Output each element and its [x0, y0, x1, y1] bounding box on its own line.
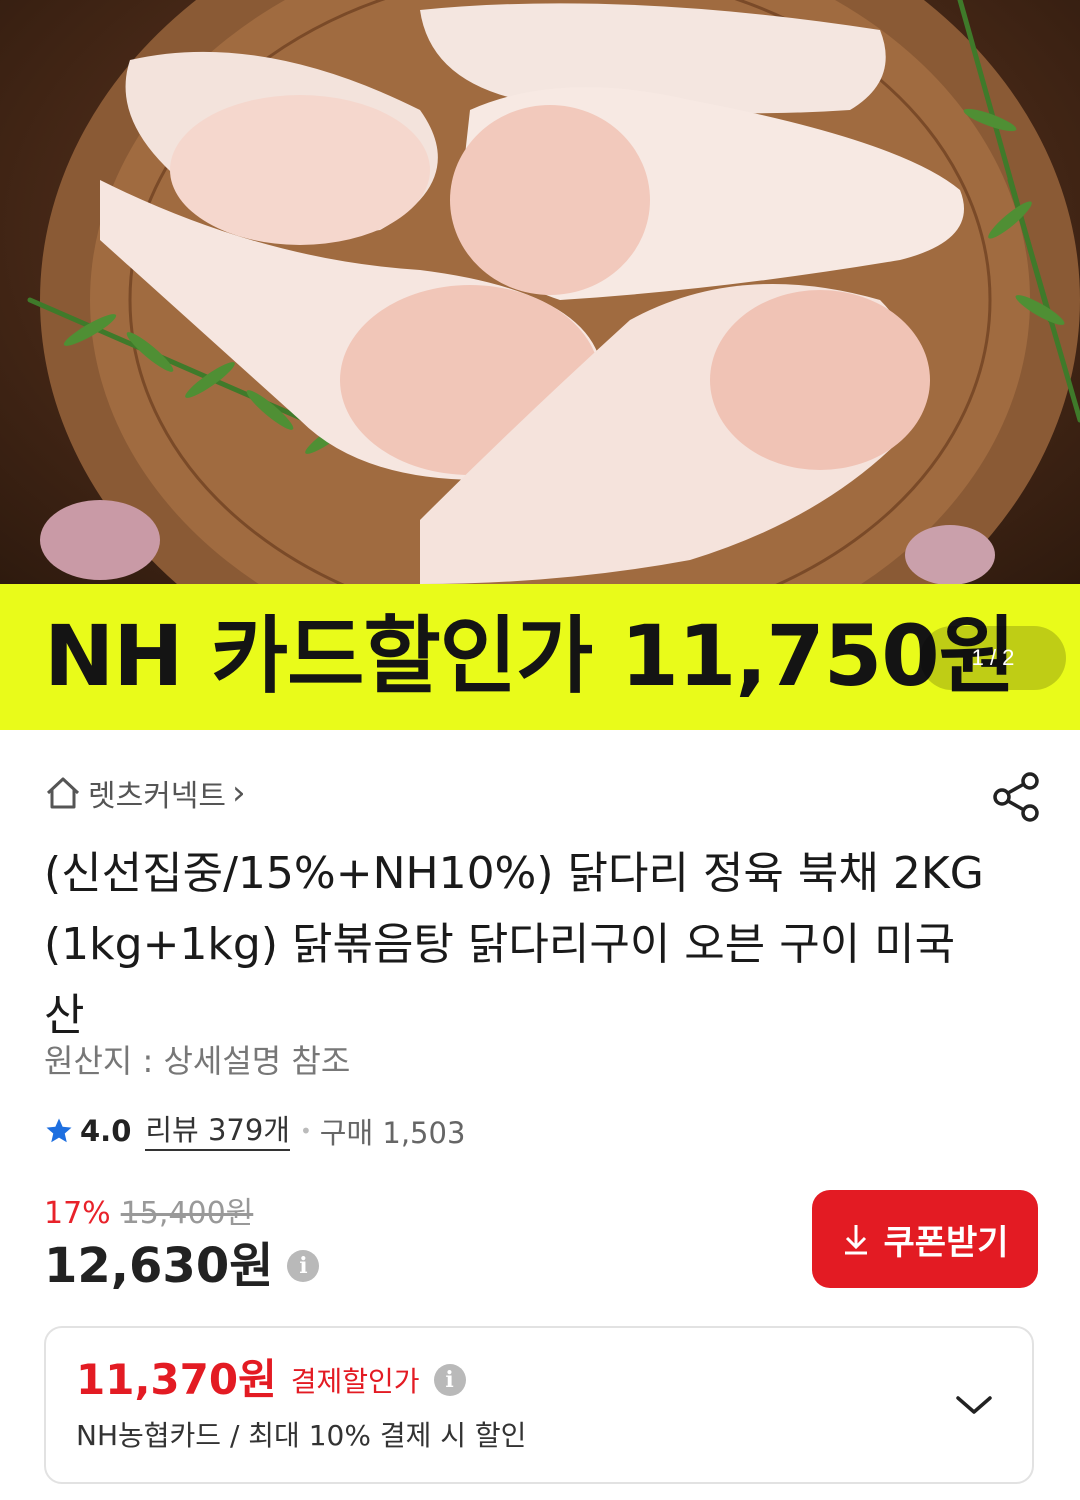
info-icon[interactable]: i	[287, 1250, 320, 1282]
coupon-download-button[interactable]: 쿠폰받기	[812, 1190, 1038, 1288]
card-price-row: 11,370원 결제할인가 i	[76, 1350, 466, 1410]
sale-price: 12,630원	[44, 1238, 274, 1294]
chevron-down-icon[interactable]	[954, 1390, 994, 1420]
home-icon	[46, 777, 80, 809]
chevron-right-icon: ›	[232, 773, 246, 813]
price-row: 12,630원 i	[44, 1236, 320, 1296]
review-count-link[interactable]: 리뷰 379개	[145, 1111, 290, 1151]
discount-row: 17% 15,400원	[44, 1192, 253, 1236]
star-icon	[46, 1118, 72, 1143]
card-discount-label: 결제할인가	[290, 1365, 420, 1398]
info-icon[interactable]: i	[433, 1364, 466, 1396]
purchase-count: 구매 1,503	[319, 1116, 466, 1150]
share-icon	[993, 772, 1039, 822]
carousel-page-indicator: 1 / 2	[920, 626, 1066, 690]
card-discount-price: 11,370원	[76, 1355, 277, 1404]
product-image-carousel[interactable]: NH 카드할인가 11,750원 1 / 2	[0, 0, 1080, 730]
rating-row: 4.0 리뷰 379개 • 구매 1,503	[44, 1108, 465, 1154]
promo-banner: NH 카드할인가 11,750원	[0, 584, 1080, 730]
download-icon	[845, 1225, 868, 1255]
product-photo	[0, 0, 1080, 584]
discount-rate: 17%	[44, 1196, 111, 1231]
separator-dot: •	[300, 1119, 312, 1143]
share-button[interactable]	[990, 770, 1044, 824]
store-link[interactable]: 렛츠커넥트 ›	[44, 770, 246, 816]
card-discount-panel[interactable]: 11,370원 결제할인가 i NH농협카드 / 최대 10% 결제 시 할인	[44, 1326, 1034, 1484]
chicken-drumsticks-illustration	[27, 0, 1080, 584]
original-price: 15,400원	[120, 1196, 254, 1231]
rating-score: 4.0	[80, 1114, 132, 1148]
promo-banner-text: NH 카드할인가 11,750원	[44, 607, 1016, 705]
product-title: (신선집중/15%+NH10%) 닭다리 정육 북채 2KG (1kg+1kg)…	[44, 848, 984, 1041]
origin-info: 원산지 : 상세설명 참조	[44, 1042, 351, 1080]
card-discount-description: NH농협카드 / 최대 10% 결제 시 할인	[76, 1419, 527, 1452]
store-name: 렛츠커넥트	[88, 779, 226, 814]
coupon-button-label: 쿠폰받기	[883, 1222, 1009, 1263]
